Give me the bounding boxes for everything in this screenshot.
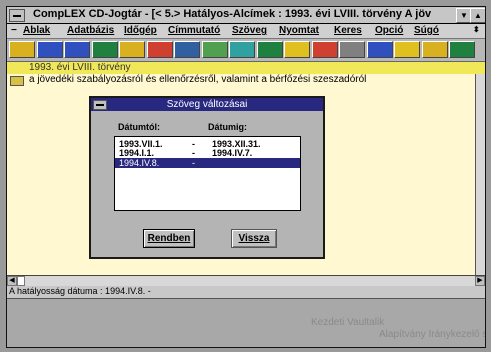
toolbar-tool-icon[interactable] [64,41,90,58]
title-bar: CompLEX CD-Jogtár - [< 5.> Hatályos-Alcí… [7,7,485,24]
toolbar-tool-icon[interactable] [119,41,145,58]
scroll-left-icon[interactable]: ◀ [7,276,17,286]
text-changes-dialog: Szöveg változásai Dátumtól: Dátumig: 199… [89,96,325,259]
document-line: a jövedéki szabályozásról és ellenőrzésr… [29,74,367,85]
menu-cimmutato[interactable]: Címmutató [168,25,220,36]
menu-szoveg[interactable]: Szöveg [232,25,267,36]
toolbar-tool-icon[interactable] [339,41,365,58]
background-window: Kezdeti Vaultalik Alapítvány Iránykezelő… [7,299,485,347]
background-text-left: Kezdeti Vaultalik [311,317,385,328]
row-separator: - [192,158,195,168]
toolbar-tool-icon[interactable] [311,41,338,58]
column-header-to: Dátumig: [208,122,247,132]
toolbar-tool-icon[interactable] [201,41,228,58]
toolbar-tool-icon[interactable] [449,41,475,58]
toolbar-tool-icon[interactable] [36,41,63,58]
dialog-title: Szöveg változásai [166,99,248,110]
toolbar [7,39,485,62]
column-header-from: Dátumtól: [118,122,160,132]
toolbar-tool-icon[interactable] [174,41,200,58]
row-separator: - [192,148,195,158]
toolbar-tool-icon[interactable] [421,41,448,58]
menu-keres[interactable]: Keres [334,25,362,36]
background-text-right: Alapítvány Iránykezelő szerveinek [379,329,485,340]
menu-idogep[interactable]: Időgép [124,25,157,36]
row-from: 1994.IV.8. [119,158,160,168]
menu-opcio[interactable]: Opció [375,25,403,36]
toolbar-tool-icon[interactable] [394,41,420,58]
vertical-scrollbar[interactable] [475,74,485,275]
scroll-right-icon[interactable]: ▶ [475,276,485,286]
menu-bar: − Ablak Adatbázis Időgép Címmutató Szöve… [7,24,485,39]
cancel-button[interactable]: Vissza [231,229,277,248]
document-title: 1993. évi LVIII. törvény [29,62,131,73]
app-window: CompLEX CD-Jogtár - [< 5.> Hatályos-Alcí… [6,6,486,348]
row-to: 1994.IV.7. [212,148,253,158]
maximize-button[interactable]: ▲ [470,8,485,23]
dialog-title-bar: Szöveg változásai [91,98,323,111]
folder-icon[interactable] [10,76,24,86]
toolbar-tool-icon[interactable] [91,41,118,58]
window-title: CompLEX CD-Jogtár - [< 5.> Hatályos-Alcí… [33,8,432,20]
menu-nyomtat[interactable]: Nyomtat [279,25,319,36]
system-menu-button[interactable] [9,9,25,22]
toolbar-tool-icon[interactable] [256,41,283,58]
scroll-thumb[interactable] [17,276,25,286]
toolbar-tool-icon[interactable] [229,41,255,58]
status-bar: A hatályosság dátuma : 1994.IV.8. - [7,286,485,299]
menu-sugo[interactable]: Súgó [414,25,439,36]
list-item[interactable]: 1994.I.1. - 1994.IV.7. [115,148,300,158]
restore-icon[interactable]: ⬍ [473,25,480,34]
menu-adatbazis[interactable]: Adatbázis [67,25,114,36]
status-text: A hatályosság dátuma : 1994.IV.8. - [9,286,151,296]
toolbar-tool-icon[interactable] [284,41,310,58]
toolbar-tool-icon[interactable] [146,41,173,58]
menu-minus-icon[interactable]: − [11,25,17,36]
toolbar-tool-icon[interactable] [9,41,35,58]
menu-ablak[interactable]: Ablak [23,25,50,36]
date-range-list[interactable]: 1993.VII.1. - 1993.XII.31. 1994.I.1. - 1… [114,136,301,211]
list-item-selected[interactable]: 1994.IV.8. - [115,158,300,168]
toolbar-tool-icon[interactable] [366,41,393,58]
row-from: 1994.I.1. [119,148,155,158]
ok-button[interactable]: Rendben [143,229,195,248]
document-title-bar: 1993. évi LVIII. törvény [7,62,485,74]
